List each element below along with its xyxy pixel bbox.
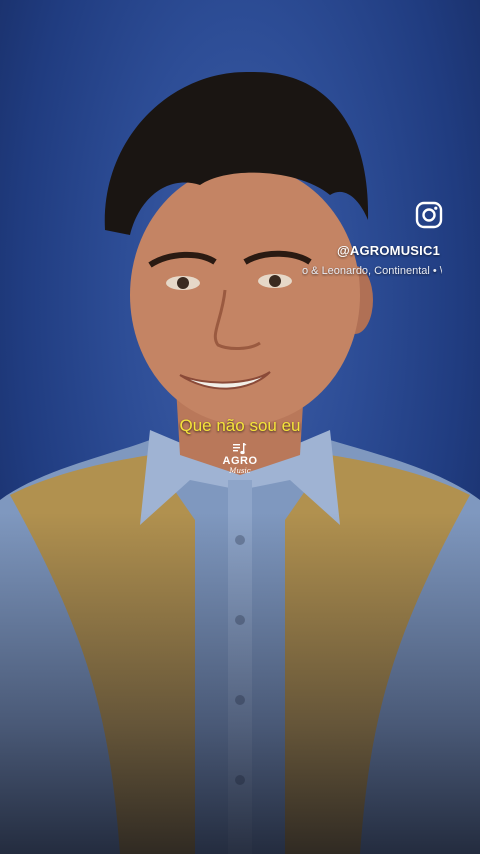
video-screen[interactable]: @AGROMUSIC1 o & Leonardo, Continental • …: [0, 0, 480, 854]
music-notes-icon: [233, 443, 247, 455]
instagram-handle[interactable]: @AGROMUSIC1: [337, 243, 440, 258]
agro-music-logo: AGRO Music: [220, 442, 260, 482]
song-credit-marquee: o & Leonardo, Continental • \: [302, 265, 442, 277]
instagram-icon[interactable]: [415, 201, 443, 229]
song-credit-text: o & Leonardo, Continental • \: [302, 265, 442, 277]
logo-subtitle: Music: [229, 467, 251, 475]
lyric-subtitle: Que não sou eu: [179, 416, 301, 435]
logo-title: AGRO: [222, 455, 258, 467]
